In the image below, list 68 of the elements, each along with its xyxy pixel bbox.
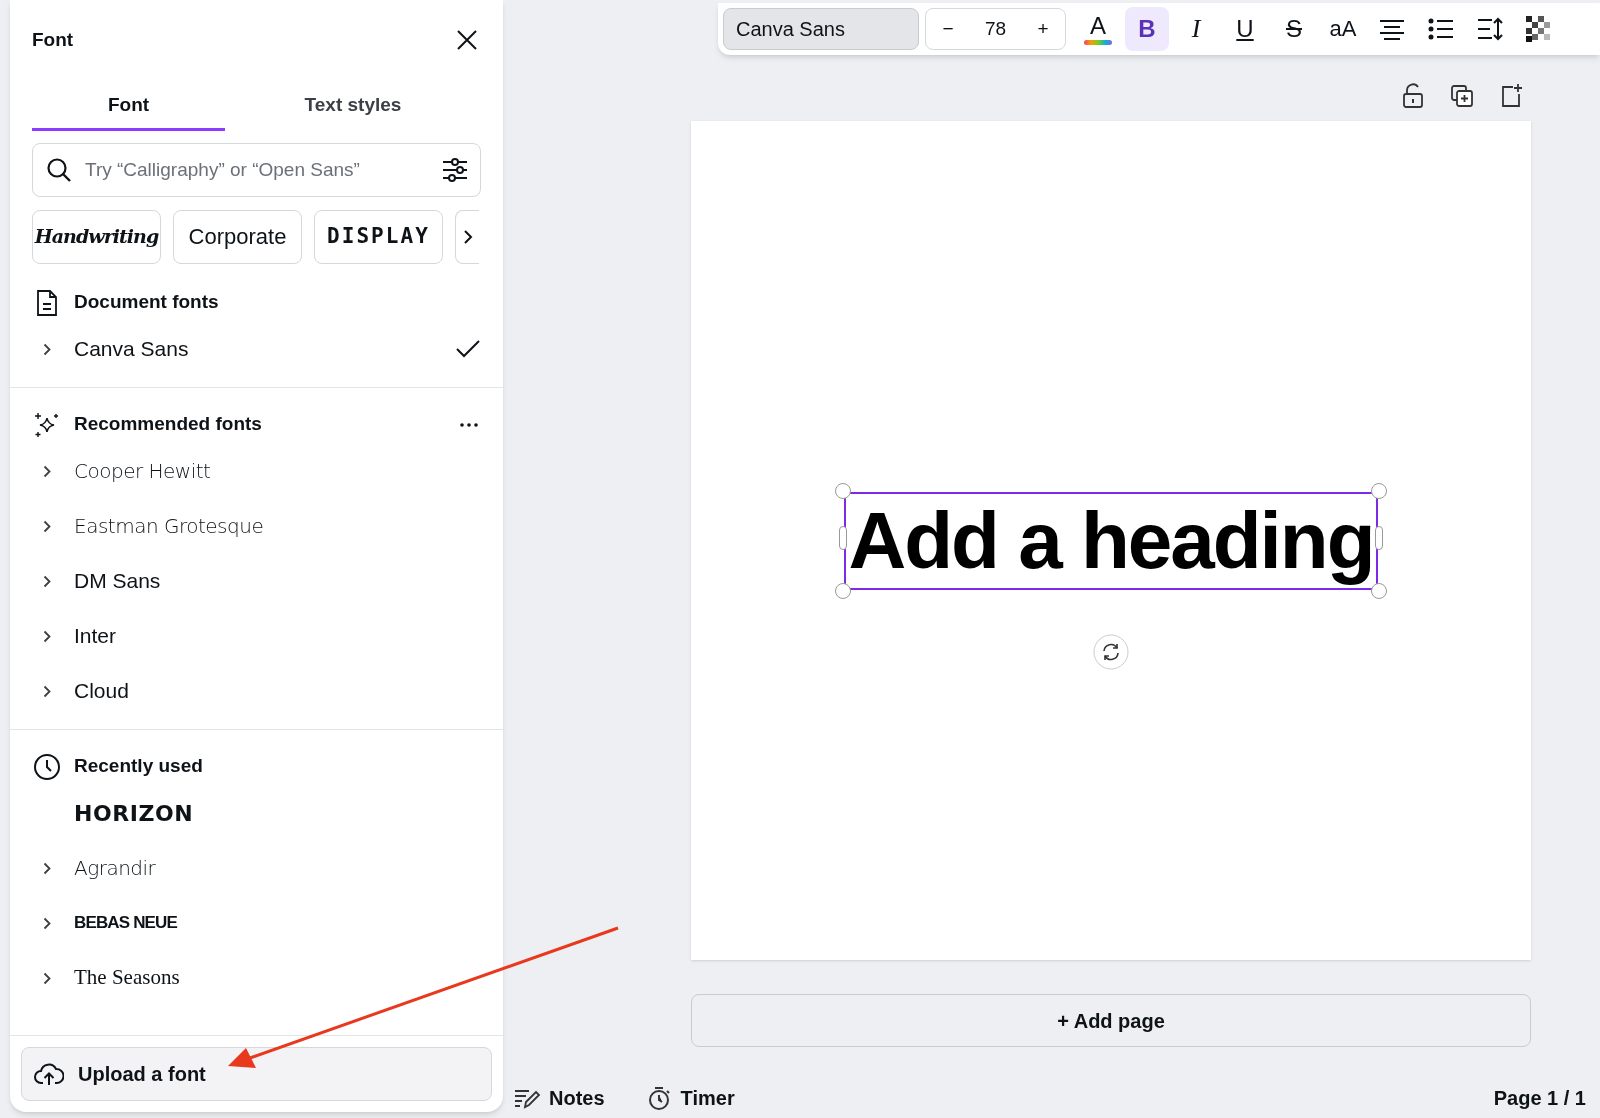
font-size-value[interactable]: 78	[984, 14, 1007, 44]
cloud-upload-icon	[34, 1061, 64, 1087]
underline-button[interactable]: U	[1223, 7, 1267, 51]
timer-button[interactable]: Timer	[680, 1083, 735, 1113]
section-title: Document fonts	[74, 290, 220, 315]
font-list-item[interactable]: Canva Sans	[74, 333, 189, 365]
italic-button[interactable]: I	[1174, 7, 1218, 51]
spacing-icon	[1476, 17, 1504, 41]
panel-title: Font	[32, 28, 74, 52]
chevron-right-icon[interactable]	[43, 519, 51, 533]
add-page-icon[interactable]	[1499, 83, 1523, 109]
font-list-item[interactable]: Agrandir	[74, 853, 156, 883]
search-field[interactable]: Try “Calligraphy” or “Open Sans”	[32, 142, 481, 197]
chevron-right-icon[interactable]	[43, 342, 51, 356]
align-icon	[1378, 18, 1406, 40]
filter-icon[interactable]	[441, 156, 469, 183]
section-title: Recently used	[74, 754, 204, 779]
resize-handle[interactable]	[835, 583, 852, 599]
sparkle-icon	[34, 411, 60, 438]
section-title: Recommended fonts	[74, 412, 263, 437]
notes-button[interactable]: Notes	[549, 1083, 605, 1113]
search-icon	[46, 156, 72, 183]
upload-font-button[interactable]: Upload a font	[21, 1047, 492, 1101]
font-list-item[interactable]: HORIZON	[74, 796, 194, 830]
font-family-dropdown[interactable]: Canva Sans	[723, 8, 919, 50]
font-list-item[interactable]: BEBAS NEUE	[74, 910, 177, 936]
chevron-right-icon[interactable]	[43, 629, 51, 643]
font-list-item[interactable]: The Seasons	[74, 962, 180, 994]
resize-handle[interactable]	[1370, 483, 1387, 499]
chevron-right-icon	[462, 228, 473, 245]
resize-handle[interactable]	[1370, 583, 1387, 599]
font-list-item[interactable]: Cooper Hewitt	[74, 456, 211, 486]
font-list-item[interactable]: Cloud	[74, 675, 129, 707]
font-list-item[interactable]: Inter	[74, 620, 117, 652]
text-color-button[interactable]: A	[1076, 7, 1120, 51]
tab[interactable]: Font	[32, 82, 225, 131]
decrease-size-button[interactable]: −	[936, 14, 960, 44]
side-handle[interactable]	[839, 526, 848, 550]
letter-case-button[interactable]: aA	[1321, 7, 1365, 51]
font-list-item[interactable]: Eastman Grotesque	[74, 511, 264, 541]
rotate-icon[interactable]	[1093, 634, 1129, 670]
duplicate-icon[interactable]	[1450, 83, 1474, 109]
font-category-chip[interactable]: DISPLAY	[314, 209, 443, 264]
chevron-right-icon[interactable]	[43, 684, 51, 698]
bold-button[interactable]: B	[1125, 7, 1169, 51]
increase-size-button[interactable]: +	[1031, 14, 1055, 44]
timer-icon[interactable]	[646, 1085, 671, 1111]
page-indicator[interactable]: Page 1 / 1	[1493, 1083, 1586, 1113]
resize-handle[interactable]	[835, 483, 852, 499]
next-chips-button[interactable]	[455, 209, 479, 264]
more-icon	[460, 422, 478, 427]
chevron-right-icon[interactable]	[43, 464, 51, 478]
font-list-item[interactable]: DM Sans	[74, 565, 161, 597]
add-page-button[interactable]: + Add page	[691, 994, 1531, 1047]
chevron-right-icon[interactable]	[43, 861, 51, 875]
chevron-right-icon[interactable]	[43, 574, 51, 588]
lock-icon[interactable]	[1401, 83, 1425, 109]
document-icon	[36, 288, 58, 317]
font-category-chip[interactable]: Handwriting	[32, 209, 161, 264]
chevron-right-icon[interactable]	[43, 971, 51, 985]
tab[interactable]: Text styles	[225, 82, 481, 131]
clock-icon	[33, 752, 61, 781]
transparency-icon	[1526, 16, 1552, 42]
strikethrough-button[interactable]: S	[1272, 7, 1316, 51]
chevron-right-icon[interactable]	[43, 916, 51, 930]
font-category-chip[interactable]: Corporate	[173, 209, 302, 264]
side-handle[interactable]	[1374, 526, 1383, 550]
list-icon	[1428, 18, 1454, 40]
